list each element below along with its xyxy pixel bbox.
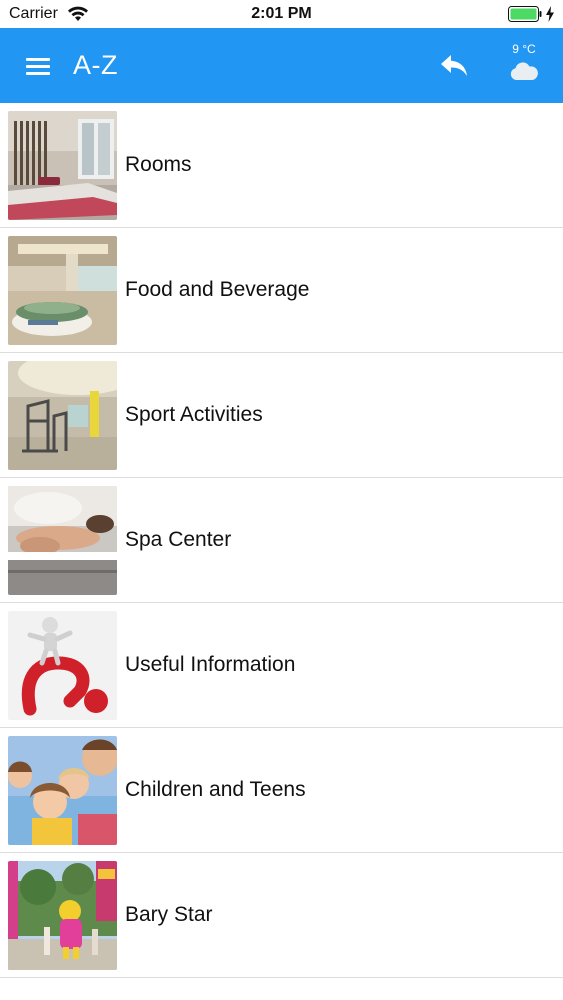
clock: 2:01 PM xyxy=(251,5,312,22)
list-item-rooms[interactable]: Rooms xyxy=(0,103,563,228)
gym-photo xyxy=(8,361,117,470)
app-bar: A-Z 9 °C xyxy=(0,28,563,103)
list-item-label: Useful Information xyxy=(125,653,296,676)
list-item-sport-activities[interactable]: Sport Activities xyxy=(0,353,563,478)
list-item-bary-star[interactable]: Bary Star xyxy=(0,853,563,978)
list-item-food-and-beverage[interactable]: Food and Beverage xyxy=(0,228,563,353)
battery-icon xyxy=(508,6,542,22)
spa-photo xyxy=(8,486,117,595)
menu-icon[interactable] xyxy=(24,56,52,78)
list-item-label: Food and Beverage xyxy=(125,278,310,301)
list-item-label: Bary Star xyxy=(125,903,213,926)
mascot-photo xyxy=(8,861,117,970)
food-photo xyxy=(8,236,117,345)
status-bar: Carrier 2:01 PM xyxy=(0,0,563,28)
rooms-photo xyxy=(8,111,117,220)
list-item-label: Sport Activities xyxy=(125,403,263,426)
list-item-label: Children and Teens xyxy=(125,778,306,801)
list-item-label: Rooms xyxy=(125,153,192,176)
temperature: 9 °C xyxy=(512,42,536,56)
page-title: A-Z xyxy=(73,50,118,80)
children-photo xyxy=(8,736,117,845)
list-item-useful-information[interactable]: Useful Information xyxy=(0,603,563,728)
weather-widget: 9 °C xyxy=(500,38,550,96)
list-item-children-and-teens[interactable]: Children and Teens xyxy=(0,728,563,853)
list-item-spa-center[interactable]: Spa Center xyxy=(0,478,563,603)
category-list: Rooms Food and Beverage Sport Activities… xyxy=(0,103,563,978)
info-photo xyxy=(8,611,117,720)
charging-icon xyxy=(546,6,554,22)
list-item-label: Spa Center xyxy=(125,528,232,551)
cloud-icon xyxy=(510,62,538,80)
reply-icon[interactable] xyxy=(438,52,470,80)
